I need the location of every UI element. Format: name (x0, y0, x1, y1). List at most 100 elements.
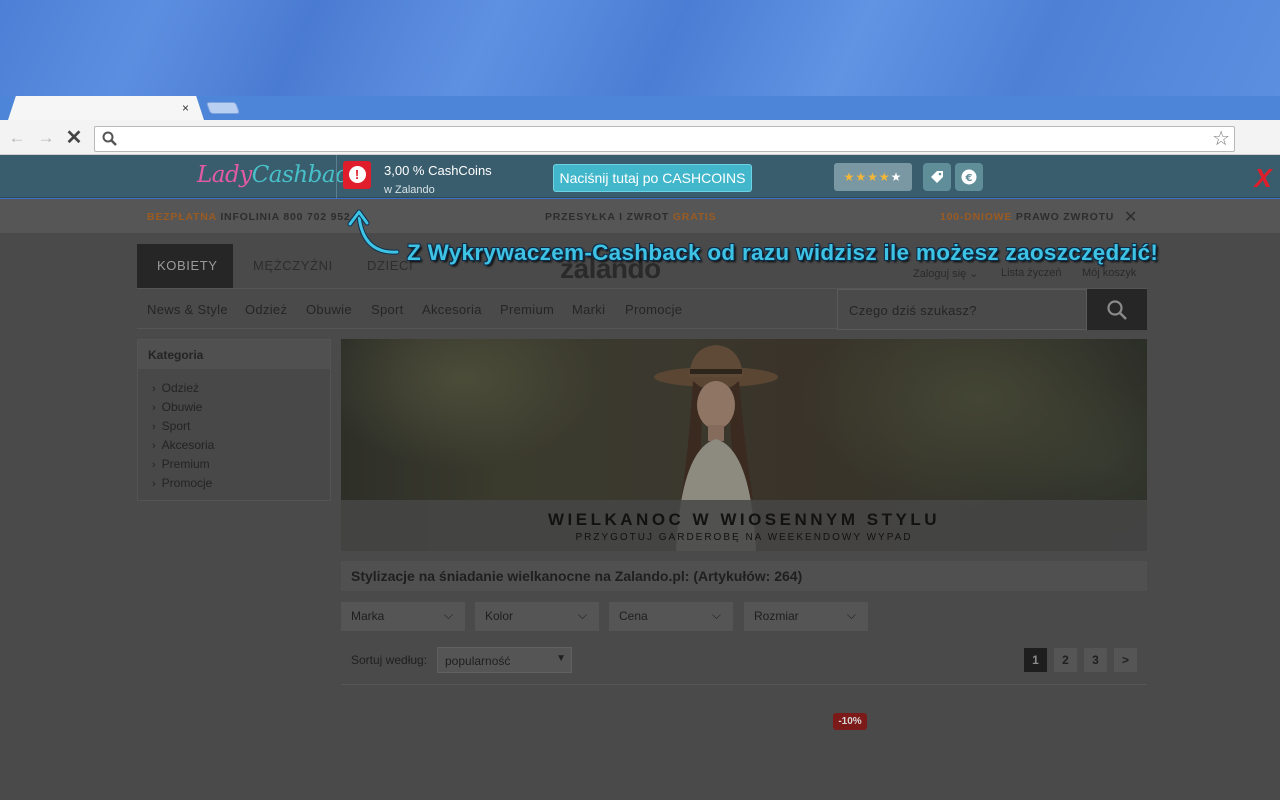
chevron-down-icon: ⌵ (711, 608, 721, 622)
sidebar-item-label: Akcesoria (161, 438, 215, 452)
close-info-icon[interactable]: ✕ (1124, 207, 1138, 227)
chevron-down-icon: ⌄ (969, 268, 979, 280)
returns-rest: PRAWO ZWROTU (1012, 211, 1115, 223)
nav-brands[interactable]: Marki (572, 302, 605, 317)
search-placeholder: Czego dziś szukasz? (849, 303, 977, 318)
sidebar-item-label: Sport (161, 419, 191, 433)
coupon-tag-button[interactable] (923, 163, 951, 191)
wishlist-link[interactable]: Lista życzeń (1001, 267, 1062, 279)
cashback-rate: 3,00 % CashCoins (384, 163, 492, 178)
new-tab-button[interactable] (205, 102, 241, 114)
sidebar-title: Kategoria (138, 340, 330, 369)
alert-symbol: ! (348, 166, 366, 183)
page-1-button[interactable]: 1 (1024, 648, 1047, 672)
banner-subtitle: PRZYGOTUJ GARDEROBĘ NA WEEKENDOWY WYPAD (575, 532, 913, 543)
euro-coin-button[interactable]: € (955, 163, 983, 191)
filter-size[interactable]: Rozmiar ⌵ (744, 602, 868, 631)
sidebar-item-label: Promocje (161, 476, 213, 490)
get-cashcoins-button[interactable]: Naciśnij tutaj po CASHCOINS (553, 164, 752, 192)
results-divider (341, 684, 1147, 685)
filter-price[interactable]: Cena ⌵ (609, 602, 733, 631)
cashback-hint-text: Z Wykrywaczem-Cashback od razu widzisz i… (407, 240, 1159, 265)
filter-label: Rozmiar (754, 609, 799, 623)
filter-color[interactable]: Kolor ⌵ (475, 602, 599, 631)
shipping-orange: GRATIS (672, 211, 717, 223)
cashback-shop: w Zalando (384, 184, 435, 196)
filter-label: Kolor (485, 609, 514, 623)
nav-premium[interactable]: Premium (500, 302, 554, 317)
cart-link[interactable]: Mój koszyk (1082, 267, 1136, 279)
sort-select[interactable]: popularność ▼ (437, 647, 572, 673)
caret-down-icon: ▼ (556, 653, 566, 664)
hint-arrow-icon (347, 209, 400, 255)
login-label: Zaloguj się (913, 268, 967, 280)
chevron-right-icon: › (152, 459, 156, 471)
alert-icon[interactable]: ! (343, 161, 371, 189)
logo-lady: Lady (197, 162, 252, 188)
sidebar-item-shoes[interactable]: › Obuwie (152, 400, 202, 414)
sort-value: popularność (445, 654, 511, 668)
browser-toolbar: ← → ✕ ☆ (0, 120, 1280, 155)
search-icon (102, 131, 117, 146)
sidebar-item-promotions[interactable]: › Promocje (152, 476, 212, 490)
forward-arrow-icon[interactable]: → (36, 128, 56, 148)
browser-tab[interactable] (8, 96, 204, 120)
filter-brand[interactable]: Marka ⌵ (341, 602, 465, 631)
sale-badge: -10% (833, 713, 867, 730)
close-toolbar-icon[interactable]: X (1251, 165, 1275, 191)
returns-orange: 100-DNIOWE (940, 211, 1013, 223)
nav-clothing[interactable]: Odzież (245, 302, 287, 317)
euro-icon: € (961, 169, 977, 185)
sidebar-item-sport[interactable]: › Sport (152, 419, 190, 433)
nav-accessories[interactable]: Akcesoria (422, 302, 482, 317)
chevron-right-icon: › (152, 383, 156, 395)
info-bar: BEZPŁATNA INFOLINIA 800 702 952 PRZESYŁK… (0, 199, 1280, 233)
hotline-orange: BEZPŁATNA (147, 211, 217, 223)
sidebar-item-label: Odzież (161, 381, 200, 395)
tab-women[interactable]: KOBIETY (137, 244, 233, 288)
category-nav: News & Style Odzież Obuwie Sport Akcesor… (137, 288, 1147, 330)
banner-caption: WIELKANOC W WIOSENNYM STYLU PRZYGOTUJ GA… (341, 500, 1147, 551)
sidebar-item-label: Premium (161, 457, 210, 471)
filter-label: Marka (351, 609, 385, 623)
sort-label: Sortuj według: (351, 653, 428, 667)
nav-promotions[interactable]: Promocje (625, 302, 682, 317)
bookmark-star-icon[interactable]: ☆ (1212, 128, 1230, 150)
chevron-down-icon: ⌵ (846, 608, 856, 622)
shop-rating[interactable]: ★★★★★ (834, 163, 912, 191)
page-2-button[interactable]: 2 (1054, 648, 1077, 672)
chevron-down-icon: ⌵ (577, 608, 587, 622)
banner-title: WIELKANOC W WIOSENNYM STYLU (548, 510, 940, 529)
star-icon: ★ (843, 170, 856, 184)
nav-shoes[interactable]: Obuwie (306, 302, 352, 317)
shipping-info: PRZESYŁKA I ZWROT GRATIS (545, 211, 716, 223)
tab-close-icon[interactable]: × (182, 101, 189, 115)
sidebar-item-premium[interactable]: › Premium (152, 457, 210, 471)
login-link[interactable]: Zaloguj się ⌄ (913, 267, 978, 280)
stop-loading-icon[interactable]: ✕ (64, 128, 84, 148)
sidebar-item-accessories[interactable]: › Akcesoria (152, 438, 214, 452)
search-button[interactable] (1087, 289, 1147, 330)
shipping-rest: PRZESYŁKA I ZWROT (545, 211, 673, 223)
star-empty-icon: ★ (890, 170, 903, 184)
address-bar[interactable]: ☆ (94, 126, 1235, 152)
chevron-right-icon: › (152, 421, 156, 433)
page-3-button[interactable]: 3 (1084, 648, 1107, 672)
hotline-info: BEZPŁATNA INFOLINIA 800 702 952 (147, 211, 351, 223)
nav-sport[interactable]: Sport (371, 302, 404, 317)
returns-info: 100-DNIOWE PRAWO ZWROTU (940, 211, 1114, 223)
cashback-toolbar: LadyCashback ! 3,00 % CashCoins w Zaland… (0, 155, 1280, 198)
sidebar-item-clothing[interactable]: › Odzież (152, 381, 199, 395)
nav-news-style[interactable]: News & Style (147, 302, 228, 317)
filter-label: Cena (619, 609, 648, 623)
chevron-right-icon: › (152, 478, 156, 490)
next-page-button[interactable]: > (1114, 648, 1137, 672)
category-sidebar: Kategoria › Odzież › Obuwie › Sport › Akceso… (137, 339, 331, 501)
svg-text:€: € (965, 173, 973, 184)
back-arrow-icon[interactable]: ← (7, 128, 27, 148)
browser-tabstrip: × (0, 96, 1280, 120)
hero-banner[interactable]: WIELKANOC W WIOSENNYM STYLU PRZYGOTUJ GA… (341, 339, 1147, 551)
tab-men[interactable]: MĘŻCZYŹNI (253, 244, 333, 288)
hotline-rest: INFOLINIA 800 702 952 (216, 211, 351, 223)
search-input[interactable]: Czego dziś szukasz? (837, 289, 1087, 330)
